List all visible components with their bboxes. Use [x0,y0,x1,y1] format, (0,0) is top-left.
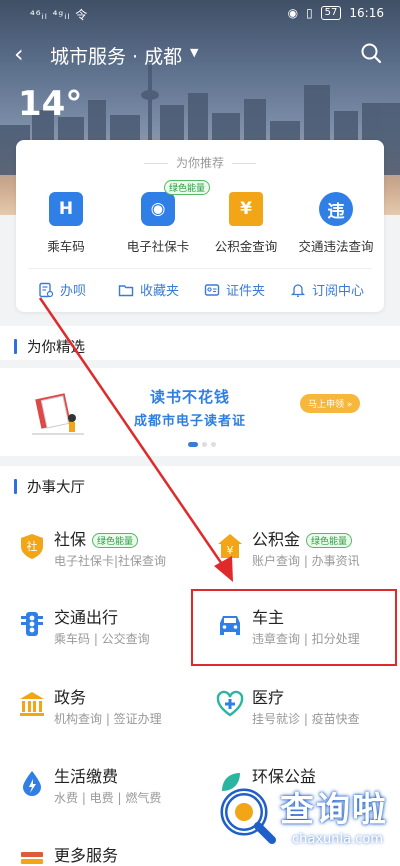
service-desc: 电子社保卡|社保查询 [54,554,167,568]
carousel-dots [188,442,216,447]
service-desc: 机构查询 | 签证办理 [54,712,162,726]
traffic-violation-icon: 违 [319,192,353,226]
service-utility-payment[interactable]: 生活缴费 水费 | 电费 | 燃气费 [2,757,192,821]
section-title: 办事大厅 [14,476,85,497]
battery-level: 57 [320,6,342,20]
service-name: 更多服务 [54,846,119,865]
bell-icon [290,283,306,297]
more-services-icon [21,852,43,864]
rec-item-label: 电子社保卡 [126,239,190,254]
service-desc: 挂号就诊 | 疫苗快查 [252,712,360,726]
promo-banner[interactable]: 读书不花钱 成都市电子读者证 马上申领 » [0,368,400,456]
recommend-card: 为你推荐 H 乘车码 绿色能量 ◉ 电子社保卡 ¥ 公积金查询 违 交通违法查询… [16,140,384,312]
title-bar: ‹ 城市服务 · 成都 ▼ [0,36,400,72]
signal-indicators: ⁴⁶ᵢₗ ⁴ᵍᵢₗ 令 [30,8,89,22]
back-arrow-icon[interactable]: ‹ [14,40,24,68]
quick-link-label: 证件夹 [226,284,266,299]
shield-icon: 社 [21,534,43,559]
quick-link-id-wallet[interactable]: 证件夹 [204,280,265,299]
traffic-light-icon [21,612,43,636]
service-medical[interactable]: 医疗 挂号就诊 | 疫苗快查 [200,678,390,742]
quick-link-label: 收藏夹 [140,284,180,299]
eye-icon: ◉ [287,6,299,20]
temperature: 14° [18,84,83,124]
rec-item-bus-code[interactable]: H 乘车码 [20,192,112,255]
service-desc: 乘车码 | 公交查询 [54,632,150,646]
apply-now-button[interactable]: 马上申领 » [300,394,361,413]
city-dropdown-icon[interactable]: ▼ [190,46,198,59]
social-card-icon: ◉ [141,192,175,226]
search-icon[interactable] [360,42,382,64]
service-name: 交通出行 [54,608,119,627]
card-divider [28,268,372,269]
service-name: 社保 [54,530,87,549]
status-bar: ⁴⁶ᵢₗ ⁴ᵍᵢₗ 令 ◉ ▯ 57 16:16 [0,0,400,28]
service-social-insurance[interactable]: 社 社保 绿色能量 电子社保卡|社保查询 [2,520,192,584]
watermark-text: 查询啦 [280,790,388,830]
vibrate-icon: ▯ [306,6,313,20]
highlight-box [191,589,397,666]
service-name: 生活缴费 [54,767,119,786]
service-name: 政务 [54,688,87,707]
rec-item-label: 乘车码 [47,239,85,254]
rec-item-label: 公积金查询 [214,239,278,254]
service-desc: 水费 | 电费 | 燃气费 [54,791,162,805]
quick-link-label: 办呗 [60,284,87,299]
quick-link-favorites[interactable]: 收藏夹 [118,280,179,299]
green-energy-badge: 绿色能量 [92,533,139,548]
svg-text:社: 社 [27,539,38,553]
rec-item-traffic-violation[interactable]: 违 交通违法查询 [290,192,382,255]
id-card-icon [204,283,220,296]
service-name: 公积金 [252,530,301,549]
service-government[interactable]: 政务 机构查询 | 签证办理 [2,678,192,742]
quick-link-banbei[interactable]: 办呗 [38,280,86,299]
service-housing-fund[interactable]: ¥ 公积金 绿色能量 账户查询 | 办事资讯 [200,520,390,584]
book-illustration-icon [32,393,84,435]
clock: 16:16 [349,6,384,20]
folder-icon [118,284,134,296]
service-more[interactable]: 更多服务 [2,836,192,866]
banner-title: 读书不花钱 [150,388,231,406]
water-drop-icon [23,771,41,796]
bus-code-icon: H [49,192,83,226]
service-desc: 账户查询 | 办事资讯 [252,554,360,568]
document-icon [39,282,54,297]
watermark: 查询啦 chaxunla.com [218,782,394,860]
section-title: 为你精选 [14,336,85,357]
green-energy-badge: 绿色能量 [306,533,353,548]
service-transport[interactable]: 交通出行 乘车码 | 公交查询 [2,598,192,662]
medical-heart-icon [216,690,244,717]
rec-item-housing-fund[interactable]: ¥ 公积金查询 [200,192,292,255]
rec-item-label: 交通违法查询 [298,239,374,254]
quick-link-label: 订阅中心 [312,284,365,299]
magnifier-logo-icon [220,788,276,844]
housing-fund-icon: ¥ [229,192,263,226]
recommend-title: 为你推荐 [16,154,384,171]
rec-item-social-card[interactable]: 绿色能量 ◉ 电子社保卡 [112,180,211,255]
quick-link-subscriptions[interactable]: 订阅中心 [290,280,364,299]
watermark-url: chaxunla.com [292,832,383,847]
government-building-icon [20,692,44,716]
page-title[interactable]: 城市服务 · 成都 [50,42,182,69]
banner-subtitle: 成都市电子读者证 [134,414,247,429]
picks-section-header: 为你精选 [0,326,400,360]
housing-fund-icon: ¥ [218,534,242,558]
service-name: 医疗 [252,688,285,707]
svg-text:¥: ¥ [227,544,234,557]
